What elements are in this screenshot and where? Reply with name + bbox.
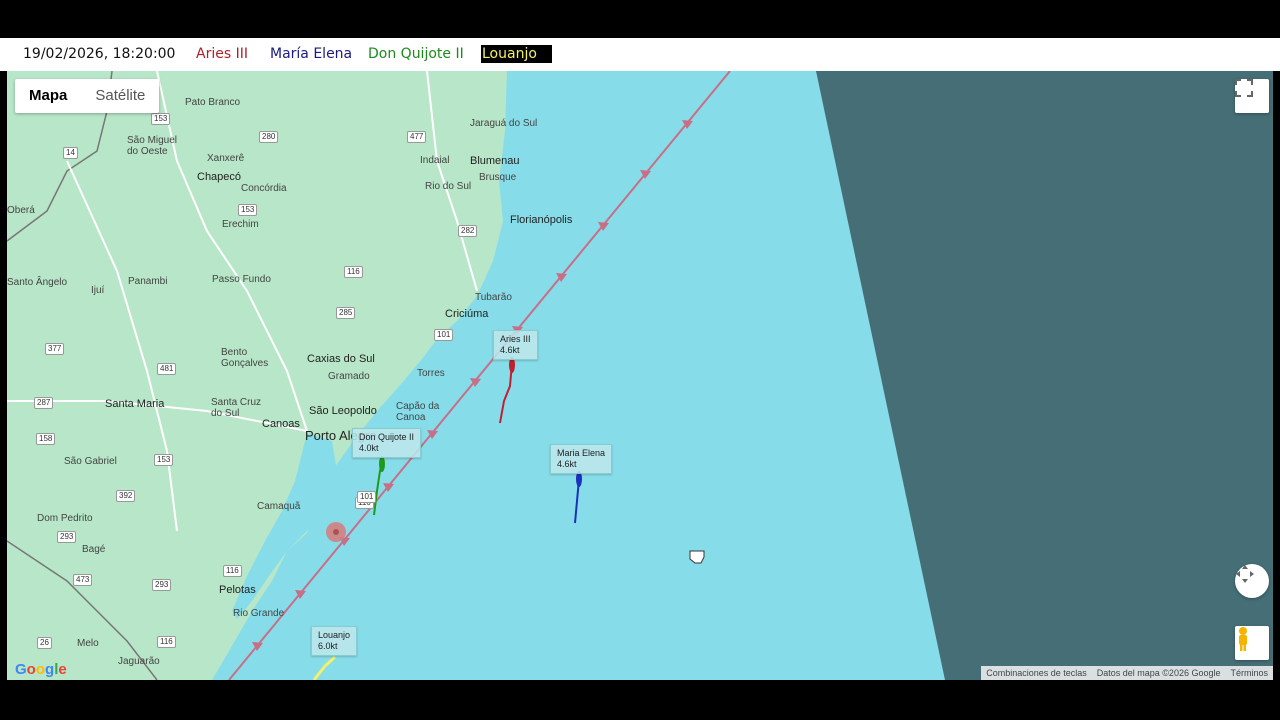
city-labels: Pato Branco São Miguel do Oeste Xanxerê … xyxy=(7,71,1273,680)
city-label: Rio do Sul xyxy=(425,181,472,192)
legend-louanjo: Louanjo xyxy=(481,45,552,63)
city-label: Passo Fundo xyxy=(212,274,271,285)
camera-control-button[interactable] xyxy=(1235,564,1269,598)
road-shield: 101 xyxy=(357,491,377,503)
city-label: Santa Maria xyxy=(105,398,165,410)
city-label: Pelotas xyxy=(219,584,256,596)
city-label: Jaraguá do Sul xyxy=(470,118,538,129)
city-label: Melo xyxy=(77,638,99,649)
road-shield: 158 xyxy=(36,433,56,445)
road-shield: 153 xyxy=(151,113,171,125)
road-shield: 116 xyxy=(223,565,242,577)
city-label: Rio Grande xyxy=(233,608,285,619)
city-label: Erechim xyxy=(222,219,259,230)
boat-label-name: Don Quijote II xyxy=(359,432,415,442)
timestamp: 19/02/2026, 18:20:00 xyxy=(23,46,176,62)
city-label: Panambi xyxy=(128,276,168,287)
boat-label-speed: 4.6kt xyxy=(500,345,520,355)
road-shield: 477 xyxy=(407,131,427,143)
terms-link[interactable]: Términos xyxy=(1225,666,1273,680)
street-view-button[interactable] xyxy=(1235,626,1269,660)
road-shield: 153 xyxy=(238,204,258,216)
boat-label-name: Louanjo xyxy=(318,630,351,640)
city-label: Caxias do Sul xyxy=(307,353,375,365)
city-label: São Miguel do Oeste xyxy=(127,135,178,157)
city-label: Oberá xyxy=(7,205,35,216)
road-shield: 280 xyxy=(259,131,279,143)
road-shield: 26 xyxy=(37,637,52,649)
city-label: Chapecó xyxy=(197,171,242,183)
legend-aries: Aries III xyxy=(196,46,248,62)
city-label: Santa Cruz do Sul xyxy=(211,397,262,419)
map-type-control: Mapa Satélite xyxy=(15,79,160,113)
road-shield: 153 xyxy=(154,454,174,466)
city-label: Canoas xyxy=(262,418,300,430)
city-label: Gramado xyxy=(328,371,370,382)
pegman-icon xyxy=(1239,627,1247,651)
road-shield: 473 xyxy=(73,574,93,586)
city-label: Concórdia xyxy=(241,183,287,194)
city-label: Criciúma xyxy=(445,308,489,320)
keyboard-shortcuts-link[interactable]: Combinaciones de teclas xyxy=(981,666,1092,680)
city-label: São Gabriel xyxy=(64,456,117,467)
boat-label-name: Aries III xyxy=(500,334,531,344)
google-logo: Google xyxy=(15,661,67,678)
city-label: Dom Pedrito xyxy=(37,513,93,524)
road-shield: 282 xyxy=(458,225,478,237)
city-label: Pato Branco xyxy=(185,97,241,108)
city-label: Capão da Canoa xyxy=(396,401,440,423)
city-label: Santo Ângelo xyxy=(7,277,68,288)
road-shield: 293 xyxy=(152,579,172,591)
city-label: Ijuí xyxy=(91,285,105,296)
road-shield: 14 xyxy=(63,147,78,159)
city-label: Torres xyxy=(417,368,445,379)
map-type-satellite-button[interactable]: Satélite xyxy=(81,79,159,113)
boat-label-aries[interactable]: Aries III 4.6kt xyxy=(493,330,538,360)
road-shield: 285 xyxy=(336,307,356,319)
map-footer: Combinaciones de teclas Datos del mapa ©… xyxy=(981,666,1273,680)
road-shield: 116 xyxy=(344,266,363,278)
road-shield: 116 xyxy=(157,636,176,648)
road-shield: 287 xyxy=(34,397,54,409)
boat-label-speed: 4.0kt xyxy=(359,443,379,453)
road-shield: 377 xyxy=(45,343,65,355)
boat-label-louanjo[interactable]: Louanjo 6.0kt xyxy=(311,626,358,656)
city-label: Xanxerê xyxy=(207,153,245,164)
boat-label-maria-elena[interactable]: Maria Elena 4.6kt xyxy=(550,444,613,474)
city-label: Blumenau xyxy=(470,155,520,167)
status-bar: 19/02/2026, 18:20:00 Aries III María Ele… xyxy=(0,38,1280,71)
fullscreen-button[interactable] xyxy=(1235,79,1269,113)
camera-control-icon xyxy=(1236,565,1254,583)
map-type-map-button[interactable]: Mapa xyxy=(15,79,81,113)
legend-maria-elena: María Elena xyxy=(270,46,353,62)
city-label: Brusque xyxy=(479,172,517,183)
fullscreen-icon xyxy=(1235,79,1253,97)
city-label: Florianópolis xyxy=(510,214,573,226)
city-label: Camaquã xyxy=(257,501,301,512)
city-label: Bento Gonçalves xyxy=(221,347,269,369)
map-data-attribution: Datos del mapa ©2026 Google xyxy=(1096,668,1221,678)
city-label: Bagé xyxy=(82,544,106,555)
boat-label-don-quijote[interactable]: Don Quijote II 4.0kt xyxy=(352,428,422,458)
boat-label-speed: 6.0kt xyxy=(318,641,338,651)
road-shield: 101 xyxy=(434,329,454,341)
road-shield: 293 xyxy=(57,531,77,543)
city-label: Indaial xyxy=(420,155,450,166)
city-label: São Leopoldo xyxy=(309,405,377,417)
boat-label-name: Maria Elena xyxy=(557,448,606,458)
city-label: Jaguarão xyxy=(118,656,160,667)
map-view[interactable]: Pato Branco São Miguel do Oeste Xanxerê … xyxy=(7,71,1273,680)
boat-label-speed: 4.6kt xyxy=(557,459,577,469)
road-shield: 481 xyxy=(157,363,177,375)
road-shield: 392 xyxy=(116,490,136,502)
legend-don-quijote: Don Quijote II xyxy=(368,46,464,62)
city-label: Tubarão xyxy=(475,292,512,303)
